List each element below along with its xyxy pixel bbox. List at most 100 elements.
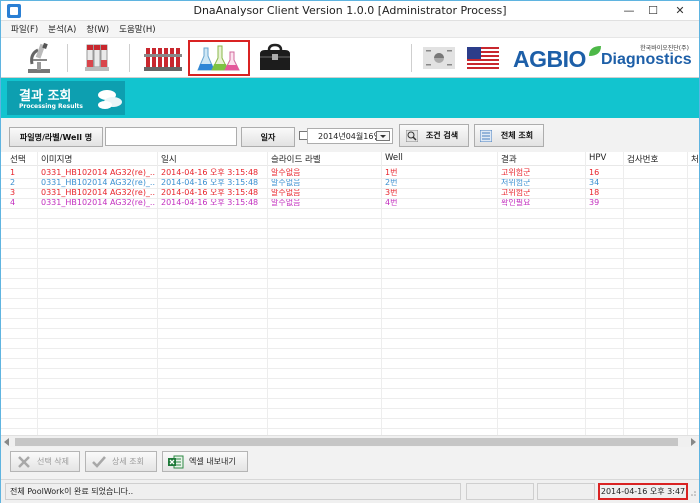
cell-select: 4	[10, 198, 16, 207]
table-row[interactable]: 2 0331_HB102014 AG32(re)_... 2014-04-16 …	[1, 178, 699, 188]
status-datetime: 2014-04-16 오후 3:47	[598, 483, 688, 500]
column-header-test-number[interactable]: 검사번호	[627, 153, 658, 165]
name-filter-button[interactable]: 파일명/라벨/Well 명	[9, 127, 103, 147]
menu-bar: 파일(F) 분석(A) 창(W) 도움말(H)	[1, 21, 699, 37]
column-header-well[interactable]: Well	[385, 153, 403, 163]
cell-hpv: 39	[589, 198, 600, 207]
column-header-datetime[interactable]: 일시	[161, 153, 177, 165]
all-search-button[interactable]: 전체 조회	[474, 124, 544, 147]
reagent-rack-tool[interactable]	[139, 40, 187, 76]
date-picker[interactable]: 2014년04월16일	[307, 128, 393, 144]
grid-line	[1, 348, 699, 349]
cell-result: 고위험군	[501, 188, 531, 197]
cell-select: 2	[10, 178, 16, 187]
cell-image-name: 0331_HB102014 AG32(re)_...	[41, 178, 155, 187]
pills-icon	[98, 90, 122, 109]
microscope-icon	[28, 42, 50, 73]
table-row[interactable]: 1 0331_HB102014 AG32(re)_... 2014-04-16 …	[1, 168, 699, 178]
resize-grip-icon[interactable]	[689, 490, 697, 498]
cell-well: 2번	[385, 178, 398, 187]
cell-slide-label: 알수없음	[271, 198, 301, 207]
grid-line	[1, 248, 699, 249]
table-row[interactable]: 4 0331_HB102014 AG32(re)_... 2014-04-16 …	[1, 198, 699, 208]
all-search-label: 전체 조회	[500, 131, 534, 140]
date-filter-button[interactable]: 일자	[241, 127, 295, 147]
column-header-extra[interactable]: 처	[691, 153, 699, 165]
column-header-slide-label[interactable]: 슬라이드 라벨	[271, 153, 321, 165]
grid-line	[1, 188, 699, 189]
grid-line	[1, 238, 699, 239]
scrollbar-thumb[interactable]	[15, 438, 678, 446]
maximize-button[interactable]: ☐	[641, 1, 665, 19]
cell-result: 저위험군	[501, 178, 531, 187]
flasks-icon	[197, 45, 240, 71]
search-panel: 파일명/라벨/Well 명 일자 2014년04월16일 조건 검색 전체 조회	[1, 118, 699, 152]
results-grid: 선택 이미지명 일시 슬라이드 라벨 Well 결과 HPV 검사번호 처 1 …	[1, 152, 699, 435]
usa-flag[interactable]	[461, 40, 505, 76]
test-tubes-icon	[85, 44, 109, 71]
sample-tubes-tool[interactable]	[73, 40, 121, 76]
usa-flag-icon	[467, 47, 499, 69]
cell-datetime: 2014-04-16 오후 3:15:48	[161, 178, 259, 187]
grid-line	[1, 178, 699, 179]
name-filter-input[interactable]	[105, 127, 237, 146]
status-panel-empty-2	[537, 483, 595, 500]
condition-search-button[interactable]: 조건 검색	[399, 124, 469, 147]
menu-help[interactable]: 도움말(H)	[119, 23, 155, 35]
korea-flag-icon	[423, 47, 455, 69]
list-icon	[480, 130, 492, 142]
doctor-bag-icon	[260, 43, 290, 70]
horizontal-scrollbar[interactable]	[1, 435, 699, 447]
menu-window[interactable]: 창(W)	[86, 23, 109, 35]
toolbar: AGBIO Diagnostics 한국바이오진단(주)	[1, 37, 699, 78]
cell-image-name: 0331_HB102014 AG32(re)_...	[41, 168, 155, 177]
grid-line	[1, 418, 699, 419]
cell-slide-label: 알수없음	[271, 178, 301, 187]
grid-line	[1, 368, 699, 369]
cell-hpv: 18	[589, 188, 600, 197]
microscope-tool[interactable]	[15, 40, 63, 76]
cell-select: 3	[10, 188, 16, 197]
delete-selected-label: 선택 삭제	[37, 457, 69, 466]
column-header-hpv[interactable]: HPV	[589, 153, 606, 163]
page-title: 결과 조회	[19, 89, 72, 104]
window-controls: — ☐ ✕	[617, 1, 695, 19]
status-message: 전체 PoolWork이 완료 되었습니다..	[5, 483, 461, 500]
grid-line	[1, 278, 699, 279]
flasks-tool[interactable]	[188, 40, 250, 76]
grid-line	[1, 288, 699, 289]
cell-hpv: 34	[589, 178, 600, 187]
detail-view-button[interactable]: 상세 조회	[85, 451, 157, 472]
search-icon	[406, 130, 418, 142]
scroll-right-icon[interactable]	[691, 438, 696, 446]
tube-rack-icon	[144, 48, 182, 71]
grid-line	[1, 298, 699, 299]
column-header-result[interactable]: 결과	[501, 153, 517, 165]
condition-search-label: 조건 검색	[425, 131, 459, 140]
cell-datetime: 2014-04-16 오후 3:15:48	[161, 168, 259, 177]
cell-result: 고위험군	[501, 168, 531, 177]
cell-image-name: 0331_HB102014 AG32(re)_...	[41, 198, 155, 207]
scroll-left-icon[interactable]	[4, 438, 9, 446]
cell-datetime: 2014-04-16 오후 3:15:48	[161, 188, 259, 197]
menu-file[interactable]: 파일(F)	[11, 23, 38, 35]
table-row[interactable]: 3 0331_HB102014 AG32(re)_... 2014-04-16 …	[1, 188, 699, 198]
column-header-select[interactable]: 선택	[10, 153, 26, 165]
minimize-button[interactable]: —	[617, 1, 641, 19]
grid-line	[1, 428, 699, 429]
grid-line	[1, 378, 699, 379]
grid-line	[1, 388, 699, 389]
status-bar: 전체 PoolWork이 완료 되었습니다.. 2014-04-16 오후 3:…	[1, 479, 699, 503]
grid-line	[1, 208, 699, 209]
excel-export-button[interactable]: 엑셀 내보내기	[162, 451, 248, 472]
status-panel-empty-1	[466, 483, 534, 500]
menu-analysis[interactable]: 분석(A)	[48, 23, 76, 35]
korea-flag[interactable]	[417, 40, 461, 76]
calendar-dropdown-icon[interactable]	[376, 131, 390, 141]
bag-tool[interactable]	[251, 40, 299, 76]
delete-selected-button[interactable]: 선택 삭제	[10, 451, 80, 472]
grid-line	[1, 258, 699, 259]
close-button[interactable]: ✕	[665, 1, 695, 19]
cell-datetime: 2014-04-16 오후 3:15:48	[161, 198, 259, 207]
column-header-image-name[interactable]: 이미지명	[41, 153, 72, 165]
